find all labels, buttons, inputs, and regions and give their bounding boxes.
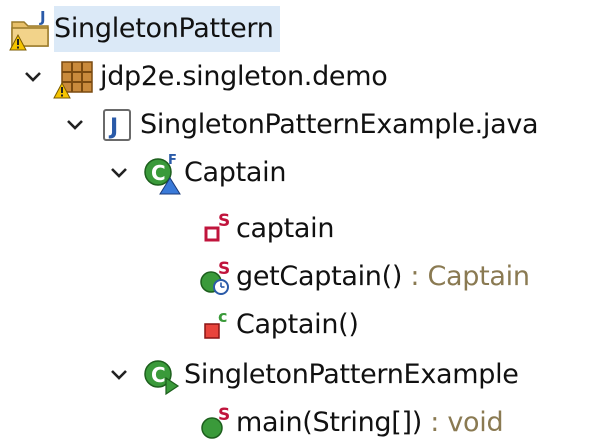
tree-item-label: SingletonPatternExample [184,359,519,390]
runnable-class-icon: C [140,352,184,398]
svg-text:J: J [39,8,46,26]
tree-item-class-example[interactable]: C SingletonPatternExample [106,352,519,398]
tree-item-class-captain[interactable]: C F Captain [106,150,286,196]
java-file-icon: J [98,102,140,148]
tree-item-field-captain[interactable]: S captain [196,206,334,252]
private-constructor-icon: c [196,302,236,348]
tree-item-label: getCaptain() [236,261,403,292]
tree-item-method-getcaptain[interactable]: S getCaptain() : Captain [196,254,530,300]
java-project-warning-icon: J [6,6,54,52]
tree-item-label: SingletonPatternExample.java [140,109,539,140]
chevron-down-icon[interactable] [20,54,46,100]
tree-item-constructor-captain[interactable]: c Captain() [196,302,359,348]
final-class-icon: C F [140,150,184,196]
static-synchronized-method-icon: S [196,254,236,300]
tree-item-label: captain [236,213,335,244]
tree-item-label: main(String[]) [236,407,422,438]
tree-item-label: jdp2e.singleton.demo [100,61,388,92]
svg-text:C: C [151,363,166,387]
return-type: void [447,407,504,438]
private-static-field-icon: S [196,206,236,252]
return-type-separator: : [421,407,448,438]
tree-item-file[interactable]: J SingletonPatternExample.java [62,102,539,148]
svg-text:J: J [108,115,118,140]
svg-text:S: S [218,211,230,231]
svg-text:S: S [218,259,230,279]
tree-item-label: Captain [184,157,287,188]
tree-item-label: SingletonPattern [54,6,280,52]
svg-text:S: S [218,405,230,425]
return-type: Captain [427,261,530,292]
svg-text:c: c [218,307,227,326]
svg-text:C: C [151,161,166,185]
package-warning-icon [52,54,100,100]
public-static-method-icon: S [196,400,236,446]
tree-item-project[interactable]: J SingletonPattern [6,6,280,52]
tree-item-method-main[interactable]: S main(String[]) : void [196,400,504,446]
tree-item-package[interactable]: jdp2e.singleton.demo [20,54,388,100]
chevron-down-icon[interactable] [106,150,132,196]
chevron-down-icon[interactable] [106,352,132,398]
chevron-down-icon[interactable] [62,102,88,148]
return-type-separator: : [402,261,428,292]
svg-text:F: F [168,153,177,168]
tree-item-label: Captain() [236,309,359,340]
